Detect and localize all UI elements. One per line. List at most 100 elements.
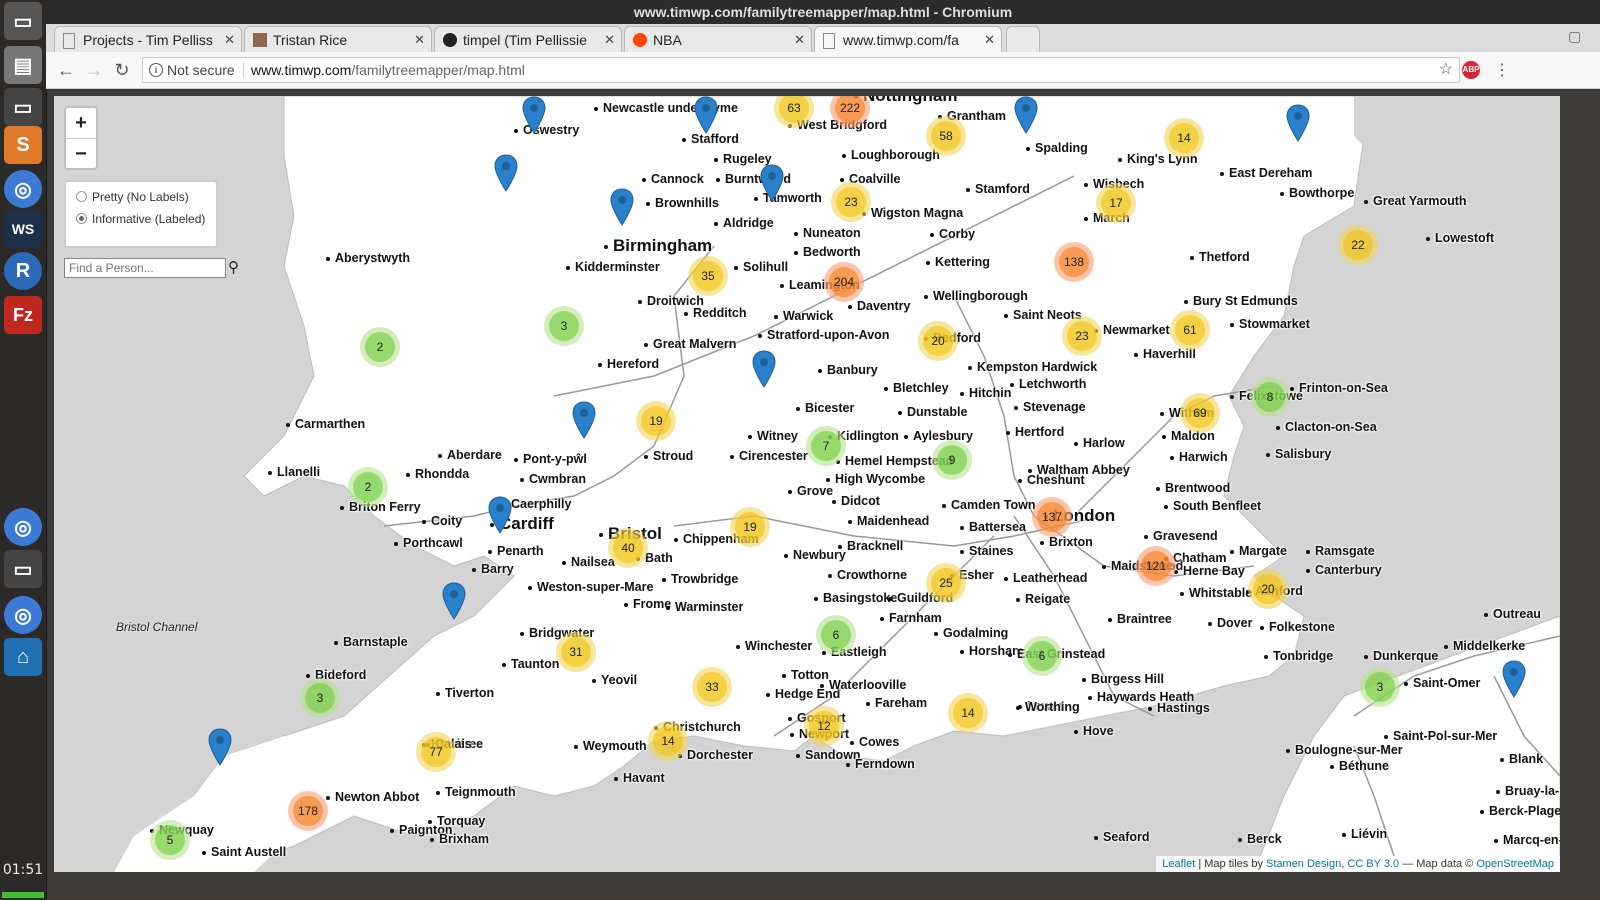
map-pin-icon[interactable] <box>610 188 634 226</box>
bookmark-star-icon[interactable]: ☆ <box>1439 58 1453 82</box>
place-label: Winchester <box>736 639 812 653</box>
marker-cluster[interactable]: 178 <box>288 791 328 831</box>
marker-cluster[interactable]: 138 <box>1054 242 1094 282</box>
map-pin-icon[interactable] <box>572 401 596 439</box>
map-pin-icon[interactable] <box>488 496 512 534</box>
zoom-out-button[interactable]: − <box>66 139 96 169</box>
desktop-icon[interactable]: ▭ <box>4 2 42 40</box>
close-icon[interactable]: ✕ <box>414 27 425 52</box>
files-icon[interactable]: ▤ <box>4 46 42 84</box>
search-icon[interactable]: ⚲ <box>228 258 239 276</box>
close-icon[interactable]: ✕ <box>794 27 805 52</box>
map-pin-icon[interactable] <box>752 350 776 388</box>
map-pin-icon[interactable] <box>1502 660 1526 698</box>
osm-link[interactable]: OpenStreetMap <box>1476 858 1554 870</box>
radio-button[interactable] <box>76 213 87 224</box>
marker-cluster[interactable]: 3 <box>544 306 584 346</box>
map-pin-icon[interactable] <box>694 96 718 134</box>
tab-nba[interactable]: NBA ✕ <box>624 26 812 52</box>
marker-cluster[interactable]: 137 <box>1032 497 1072 537</box>
marker-cluster[interactable]: 3 <box>300 678 340 718</box>
marker-cluster[interactable]: 77 <box>416 732 456 772</box>
marker-cluster[interactable]: 7 <box>806 426 846 466</box>
radio-button[interactable] <box>76 191 87 202</box>
layer-option-pretty[interactable]: Pretty (No Labels) <box>76 190 208 204</box>
map-pin-icon[interactable] <box>1014 96 1038 134</box>
marker-cluster[interactable]: 9 <box>932 440 972 480</box>
tab-projects[interactable]: Projects - Tim Pelliss ✕ <box>54 26 242 52</box>
marker-cluster[interactable]: 14 <box>648 721 688 761</box>
map[interactable]: Newcastle under Lyme Oswestry Stafford Ruge… <box>54 96 1560 872</box>
close-icon[interactable]: ✕ <box>984 27 995 52</box>
search-input[interactable] <box>64 258 226 278</box>
cc-link[interactable]: CC BY 3.0 <box>1347 858 1399 870</box>
address-bar[interactable]: i Not secure www.timwp.com/familytreemap… <box>142 57 1460 83</box>
marker-cluster[interactable]: 20 <box>918 321 958 361</box>
map-pin-icon[interactable] <box>208 728 232 766</box>
marker-cluster[interactable]: 69 <box>1180 393 1220 433</box>
marker-cluster[interactable]: 23 <box>831 182 871 222</box>
marker-cluster[interactable]: 19 <box>730 507 770 547</box>
chromium-icon-2[interactable]: ◎ <box>4 508 42 546</box>
chromium-icon-3[interactable]: ◎ <box>4 596 42 634</box>
marker-cluster[interactable]: 5 <box>150 820 190 860</box>
marker-cluster[interactable]: 40 <box>608 528 648 568</box>
leaflet-link[interactable]: Leaflet <box>1162 858 1195 870</box>
stamen-link[interactable]: Stamen Design <box>1266 858 1341 870</box>
marker-cluster[interactable]: 121 <box>1136 546 1176 586</box>
marker-cluster[interactable]: 31 <box>556 632 596 672</box>
marker-cluster[interactable]: 61 <box>1170 310 1210 350</box>
marker-cluster[interactable]: 8 <box>1250 377 1290 417</box>
marker-cluster[interactable]: 22 <box>1338 225 1378 265</box>
map-pin-icon[interactable] <box>494 154 518 192</box>
forward-button[interactable]: → <box>82 58 106 82</box>
new-tab-button[interactable] <box>1006 26 1040 52</box>
marker-cluster[interactable]: 14 <box>948 693 988 733</box>
r-icon[interactable]: R <box>4 252 42 290</box>
layer-option-informative[interactable]: Informative (Labeled) <box>76 212 208 226</box>
place-label: Burgess Hill <box>1082 672 1164 686</box>
map-pin-icon[interactable] <box>760 164 784 202</box>
monitor-icon-2[interactable]: ▭ <box>4 550 42 588</box>
marker-cluster[interactable]: 3 <box>1360 667 1400 707</box>
marker-cluster[interactable]: 17 <box>1096 183 1136 223</box>
profile-icon[interactable]: ▢ <box>1568 28 1586 46</box>
back-button[interactable]: ← <box>54 58 78 82</box>
close-icon[interactable]: ✕ <box>604 27 615 52</box>
sublime-text-icon[interactable]: S <box>4 126 42 164</box>
marker-cluster[interactable]: 6 <box>816 615 856 655</box>
reload-button[interactable]: ↻ <box>110 58 134 82</box>
vscode-icon[interactable]: ⌂ <box>4 638 42 676</box>
marker-cluster[interactable]: 23 <box>1062 316 1102 356</box>
filezilla-icon[interactable]: Fz <box>4 296 42 334</box>
tab-github[interactable]: timpel (Tim Pellissie ✕ <box>434 26 622 52</box>
marker-cluster[interactable]: 2 <box>348 467 388 507</box>
chromium-icon[interactable]: ◎ <box>4 170 42 208</box>
marker-cluster[interactable]: 19 <box>636 401 676 441</box>
marker-cluster[interactable]: 2 <box>360 327 400 367</box>
map-pin-icon[interactable] <box>522 96 546 134</box>
marker-cluster[interactable]: 33 <box>692 667 732 707</box>
monitor-icon[interactable]: ▭ <box>4 88 42 126</box>
place-label: Marcq-en-Barœul <box>1494 833 1560 847</box>
marker-cluster[interactable]: 14 <box>1164 118 1204 158</box>
marker-cluster[interactable]: 58 <box>926 116 966 156</box>
marker-cluster[interactable]: 35 <box>688 256 728 296</box>
map-pin-icon[interactable] <box>442 582 466 620</box>
webstorm-icon[interactable]: WS <box>4 210 42 248</box>
tab-active[interactable]: www.timwp.com/fa ✕ <box>814 26 1002 52</box>
tab-tristan[interactable]: Tristan Rice ✕ <box>244 26 432 52</box>
place-label: Yeovil <box>592 673 637 687</box>
marker-cluster[interactable]: 6 <box>1022 636 1062 676</box>
marker-cluster[interactable]: 12 <box>804 706 844 746</box>
zoom-in-button[interactable]: + <box>66 108 96 139</box>
marker-cluster[interactable]: 204 <box>824 262 864 302</box>
map-pin-icon[interactable] <box>1286 104 1310 142</box>
menu-icon[interactable]: ⋮ <box>1494 60 1510 80</box>
place-label: Stevenage <box>1014 400 1086 414</box>
marker-cluster[interactable]: 20 <box>1248 569 1288 609</box>
info-icon[interactable]: i <box>149 63 163 77</box>
marker-cluster[interactable]: 25 <box>926 563 966 603</box>
adblock-icon[interactable]: ABP <box>1462 61 1480 79</box>
close-icon[interactable]: ✕ <box>224 27 235 52</box>
